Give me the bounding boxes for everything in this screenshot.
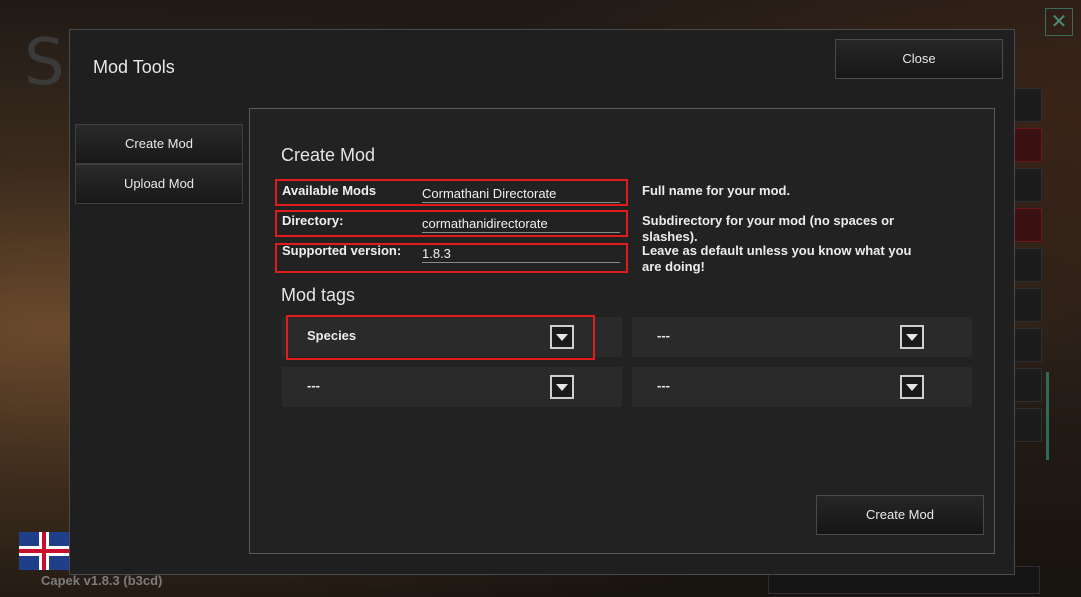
version-hint: Leave as default unless you know what yo… <box>642 243 912 274</box>
background-logo-letter: S <box>24 26 65 100</box>
chevron-down-icon[interactable] <box>900 325 924 349</box>
close-button[interactable]: Close <box>835 39 1003 79</box>
strip-cell <box>1012 368 1042 402</box>
dropdown-label: Species <box>307 328 357 343</box>
strip-cell <box>1012 128 1042 162</box>
name-field-label: Available Mods <box>282 183 377 198</box>
chevron-down-icon[interactable] <box>550 375 574 399</box>
strip-cell <box>1012 248 1042 282</box>
dialog-title: Mod Tools <box>93 57 175 77</box>
dropdown-label: --- <box>657 328 670 343</box>
sidebar-create-mod-button[interactable]: Create Mod <box>75 124 243 164</box>
strip-cell <box>1012 408 1042 442</box>
dropdown-label: --- <box>657 378 670 393</box>
chevron-down-icon[interactable] <box>550 325 574 349</box>
corner-close-icon[interactable]: ✕ <box>1045 8 1073 36</box>
sidebar-upload-mod-button[interactable]: Upload Mod <box>75 164 243 204</box>
create-mod-button[interactable]: Create Mod <box>816 495 984 535</box>
uk-flag-icon[interactable] <box>19 532 69 570</box>
tag-dropdown-4[interactable]: --- <box>632 367 972 407</box>
background-scrollbar <box>1046 372 1049 460</box>
tag-dropdown-3[interactable]: --- <box>282 367 622 407</box>
directory-input[interactable] <box>422 214 620 233</box>
create-mod-panel: Create Mod Available Mods Full name for … <box>249 108 995 554</box>
background-side-strip <box>1012 88 1042 453</box>
directory-hint: Subdirectory for your mod (no spaces or … <box>642 213 895 244</box>
directory-field-label: Directory: <box>282 213 344 228</box>
strip-cell <box>1012 168 1042 202</box>
version-field-label: Supported version: <box>282 243 402 258</box>
dropdown-label: --- <box>307 378 320 393</box>
strip-cell <box>1012 328 1042 362</box>
name-input[interactable] <box>422 184 620 203</box>
mod-tags-title: Mod tags <box>281 285 356 305</box>
mod-tools-dialog: Mod Tools Close Create Mod Upload Mod Cr… <box>69 29 1015 575</box>
name-hint: Full name for your mod. <box>642 183 791 198</box>
version-input[interactable] <box>422 244 620 263</box>
strip-cell <box>1012 88 1042 122</box>
tag-dropdown-2[interactable]: --- <box>632 317 972 357</box>
strip-cell <box>1012 208 1042 242</box>
chevron-down-icon[interactable] <box>900 375 924 399</box>
tag-dropdown-1[interactable]: Species <box>282 317 622 357</box>
version-label: Capek v1.8.3 (b3cd) <box>41 573 163 588</box>
panel-title: Create Mod <box>281 145 376 165</box>
strip-cell <box>1012 288 1042 322</box>
